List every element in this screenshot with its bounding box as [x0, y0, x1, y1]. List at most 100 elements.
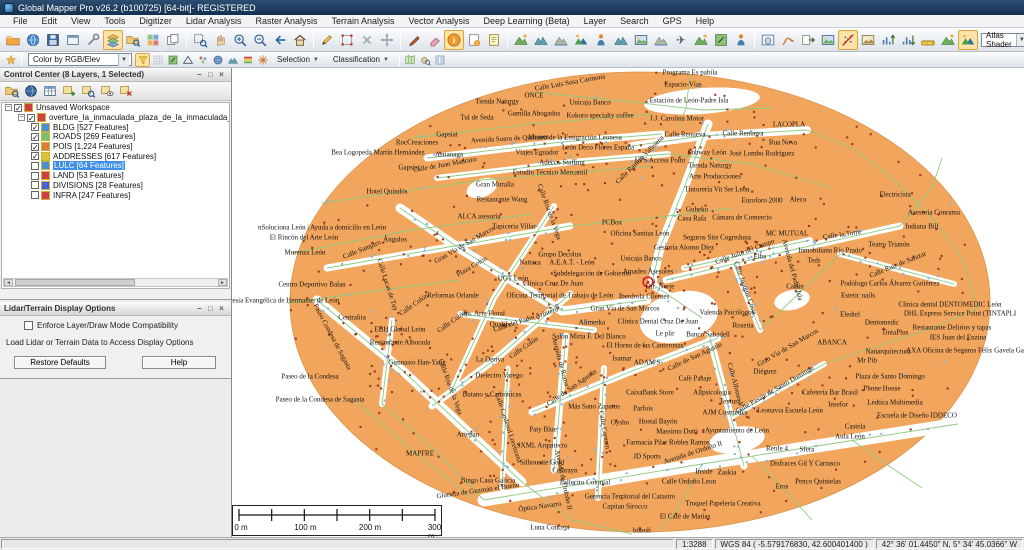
balls-icon[interactable]	[195, 53, 210, 67]
person-icon[interactable]	[591, 30, 611, 50]
note-icon[interactable]	[484, 30, 504, 50]
swatch-icon[interactable]	[240, 53, 255, 67]
sortdown-icon[interactable]	[898, 30, 918, 50]
home-icon[interactable]	[290, 30, 310, 50]
menu-vector-analysis[interactable]: Vector Analysis	[402, 16, 477, 26]
layer-checkbox[interactable]: ✓	[31, 123, 39, 131]
menu-digitizer[interactable]: Digitizer	[132, 16, 179, 26]
window-icon[interactable]	[63, 30, 83, 50]
layer-label[interactable]: INFRA [247 Features]	[53, 191, 130, 200]
menu-view[interactable]: View	[64, 16, 97, 26]
layermag-icon[interactable]	[78, 83, 97, 100]
atlas-icon[interactable]	[571, 30, 591, 50]
openmag-icon[interactable]	[123, 30, 143, 50]
zoombox-icon[interactable]	[190, 30, 210, 50]
help-button[interactable]: Help	[142, 356, 216, 369]
mtn3-icon[interactable]	[551, 30, 571, 50]
sortup-icon[interactable]	[878, 30, 898, 50]
layer-row[interactable]: ✓ BLDG [527 Features]	[2, 122, 229, 132]
layer-checkbox[interactable]	[31, 172, 39, 180]
layer-label[interactable]: BLDG [527 Features]	[53, 123, 129, 132]
layer-checkbox[interactable]: ✓	[31, 133, 39, 141]
layer-checkbox[interactable]: ✓	[31, 143, 39, 151]
layer-tree[interactable]: −✓Unsaved Workspace−✓overture_la_inmacul…	[1, 102, 230, 289]
mtn-icon[interactable]	[691, 30, 711, 50]
layer-label[interactable]: ADDRESSES [617 Features]	[53, 152, 156, 161]
menu-layer[interactable]: Layer	[577, 16, 614, 26]
layer-checkbox[interactable]: ✓	[27, 114, 35, 122]
classification-dropdown[interactable]: Classification▼	[328, 53, 394, 66]
maximize-icon[interactable]: □	[205, 304, 216, 314]
hand-icon[interactable]	[210, 30, 230, 50]
mtn-icon[interactable]	[511, 30, 531, 50]
layer-checkbox[interactable]	[31, 191, 39, 199]
mtn-icon[interactable]	[938, 30, 958, 50]
selection-dropdown[interactable]: Selection▼	[272, 53, 324, 66]
brush-icon[interactable]	[404, 30, 424, 50]
layerx-icon[interactable]	[116, 83, 135, 100]
star-icon[interactable]	[3, 53, 18, 67]
vertex-icon[interactable]	[337, 30, 357, 50]
infodoc-icon[interactable]: i	[464, 30, 484, 50]
enforce-compat-checkbox[interactable]	[24, 321, 33, 330]
eraser-icon[interactable]	[424, 30, 444, 50]
layer-label[interactable]: POIS [1,224 Features]	[53, 142, 133, 151]
layer-checkbox[interactable]	[31, 181, 39, 189]
xgray-icon[interactable]	[357, 30, 377, 50]
copy-icon[interactable]	[163, 30, 183, 50]
mtn2-icon[interactable]	[531, 30, 551, 50]
layer-label[interactable]: Unsaved Workspace	[36, 103, 110, 112]
imggrid-icon[interactable]	[143, 30, 163, 50]
move-icon[interactable]	[377, 30, 397, 50]
layer-row[interactable]: DIVISIONS [28 Features]	[2, 181, 229, 191]
lidarsl-icon[interactable]	[838, 30, 858, 50]
menu-file[interactable]: File	[6, 16, 35, 26]
layer-label[interactable]: DIVISIONS [28 Features]	[53, 181, 143, 190]
tri-icon[interactable]	[180, 53, 195, 67]
measure-icon[interactable]	[918, 30, 938, 50]
minimize-icon[interactable]: –	[194, 70, 205, 80]
imgview-icon[interactable]	[858, 30, 878, 50]
layer-checkbox[interactable]: ✓	[31, 152, 39, 160]
greenbox-icon[interactable]	[165, 53, 180, 67]
folder-icon[interactable]	[3, 30, 23, 50]
pencil-icon[interactable]	[317, 30, 337, 50]
menu-gps[interactable]: GPS	[656, 16, 689, 26]
close-icon[interactable]: ×	[216, 304, 227, 314]
cubemag-icon[interactable]	[418, 53, 433, 67]
openmag-icon[interactable]	[2, 83, 21, 100]
mapicon-icon[interactable]	[403, 53, 418, 67]
back-icon[interactable]	[270, 30, 290, 50]
layer-row[interactable]: ✓ROADS [269 Features]	[2, 132, 229, 142]
scrollbar-thumb[interactable]	[15, 279, 135, 286]
layer-checkbox[interactable]	[31, 162, 39, 170]
person-icon[interactable]	[731, 30, 751, 50]
maximize-icon[interactable]: □	[205, 70, 216, 80]
window3d-icon[interactable]	[758, 30, 778, 50]
menu-edit[interactable]: Edit	[35, 16, 65, 26]
layereye-icon[interactable]	[97, 83, 116, 100]
menu-tools[interactable]: Tools	[97, 16, 132, 26]
layer-row[interactable]: −✓ Unsaved Workspace	[2, 103, 229, 113]
gridg-icon[interactable]	[150, 53, 165, 67]
layer-row[interactable]: ✓ ADDRESSES [617 Features]	[2, 151, 229, 161]
expand-icon[interactable]: −	[5, 104, 12, 111]
scroll-right-icon[interactable]: ►	[218, 279, 227, 286]
layer-row[interactable]: LAND [53 Features]	[2, 171, 229, 181]
layer-checkbox[interactable]: ✓	[14, 104, 22, 112]
globed-icon[interactable]	[21, 83, 40, 100]
globe-icon[interactable]	[23, 30, 43, 50]
docarrow-icon[interactable]	[798, 30, 818, 50]
restore-defaults-button[interactable]: Restore Defaults	[14, 356, 106, 369]
minimize-icon[interactable]: –	[194, 304, 205, 314]
menu-lidar-analysis[interactable]: Lidar Analysis	[179, 16, 249, 26]
disk-icon[interactable]	[43, 30, 63, 50]
mtn2-icon[interactable]	[225, 53, 240, 67]
layer-label[interactable]: overture_la_inmaculada_plaza_de_la_inmac…	[49, 113, 229, 122]
menu-search[interactable]: Search	[613, 16, 656, 26]
map-view[interactable]: Programa Es pabilaEspacio-VíasCalle Luis…	[232, 68, 1024, 537]
map-canvas[interactable]	[232, 68, 1024, 537]
layer-label[interactable]: LAND [53 Features]	[53, 171, 124, 180]
plane-icon[interactable]: ✈	[671, 30, 691, 50]
layer-row[interactable]: LULC [64 Features]	[2, 161, 229, 171]
